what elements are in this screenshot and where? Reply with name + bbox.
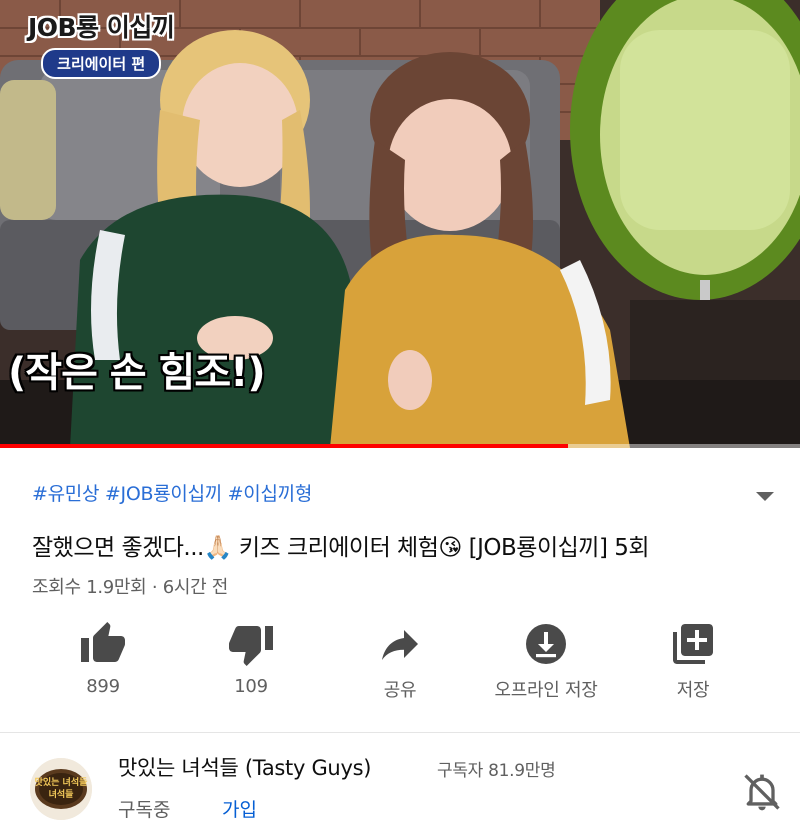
like-button[interactable]: 899 [18, 620, 188, 697]
notifications-off-icon [744, 774, 780, 811]
join-button[interactable]: 가입 [222, 795, 257, 822]
save-to-playlist-button[interactable]: 저장 [608, 620, 778, 702]
share-button[interactable]: 공유 [315, 620, 485, 702]
video-progress-fill [0, 444, 568, 448]
expand-description-icon[interactable] [756, 492, 774, 501]
add-to-playlist-icon [673, 624, 713, 664]
offline-save-label: 오프라인 저장 [494, 680, 598, 701]
episode-subtitle: 크리에이터 편 [41, 48, 162, 79]
hashtag-links[interactable]: #유민상 #JOB룡이십끼 #이십끼형 [32, 479, 312, 506]
offline-save-button[interactable]: 오프라인 저장 [461, 620, 631, 702]
thumbs-up-icon [81, 622, 125, 662]
video-player[interactable]: JOB룡 이십끼 크리에이터 편 (작은 손 힘조!) [0, 0, 800, 448]
show-title-badge: JOB룡 이십끼 크리에이터 편 [28, 8, 175, 79]
show-title: JOB룡 이십끼 [28, 13, 175, 42]
channel-logo-icon: 맛있는 녀석들 녀석들 [30, 758, 92, 820]
video-caption: (작은 손 힘조!) [8, 350, 266, 396]
share-icon [382, 630, 418, 660]
download-icon [526, 624, 566, 664]
notification-bell-button[interactable] [740, 770, 784, 814]
section-divider [0, 732, 800, 733]
channel-avatar[interactable]: 맛있는 녀석들 녀석들 [30, 758, 92, 820]
channel-name[interactable]: 맛있는 녀석들 (Tasty Guys) [118, 752, 371, 782]
dislike-count: 109 [234, 676, 268, 697]
subscriber-count: 구독자 81.9만명 [437, 761, 556, 781]
svg-text:녀석들: 녀석들 [49, 788, 74, 800]
dislike-button[interactable]: 109 [166, 620, 336, 697]
share-label: 공유 [383, 680, 417, 701]
action-bar: 899 109 공유 오프라인 저장 저장 [0, 620, 800, 720]
like-count: 899 [86, 676, 120, 697]
thumbs-down-icon [229, 626, 273, 666]
save-label: 저장 [676, 680, 710, 701]
view-count: 조회수 1.9만회 · 6시간 전 [32, 577, 229, 598]
subscribed-button[interactable]: 구독중 [118, 795, 170, 822]
video-progress-bar[interactable] [0, 444, 800, 448]
svg-text:맛있는 녀석들: 맛있는 녀석들 [35, 776, 88, 788]
video-title: 잘했으면 좋겠다...🙏🏻 키즈 크리에이터 체험😘 [JOB룡이십끼] 5회 [32, 535, 650, 561]
